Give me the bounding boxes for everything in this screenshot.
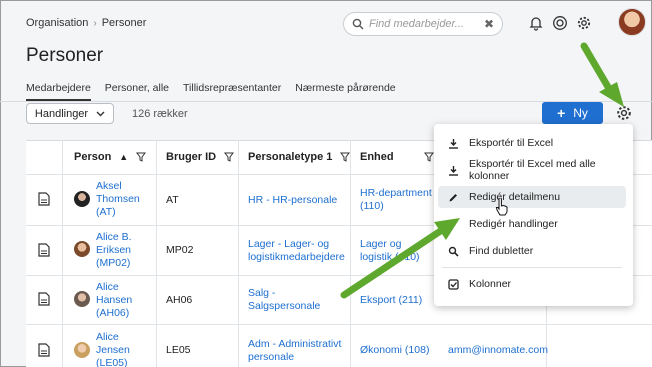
breadcrumb-current: Personer xyxy=(101,17,147,29)
table-settings-gear-icon[interactable] xyxy=(615,104,633,122)
header-user-id-label: Bruger ID xyxy=(166,151,217,163)
menu-item-label: Find dubletter xyxy=(469,245,534,257)
avatar xyxy=(74,241,90,257)
filter-icon[interactable] xyxy=(136,152,147,162)
filter-icon[interactable] xyxy=(340,152,351,162)
persontype-link[interactable]: Salg - Salgspersonale xyxy=(248,287,320,313)
pencil-icon xyxy=(449,220,457,228)
unit-link[interactable]: Økonomi (108) xyxy=(360,344,429,357)
user-avatar[interactable] xyxy=(618,8,646,36)
avatar xyxy=(74,342,90,358)
unit-link[interactable]: Eksport (211) xyxy=(360,294,422,307)
tab-personer-alle[interactable]: Personer, alle xyxy=(105,82,169,101)
unit-link[interactable]: Lager og logistik (410) xyxy=(360,238,420,264)
new-button-label: Ny xyxy=(573,106,588,120)
menu-divider xyxy=(442,267,622,268)
pencil-icon xyxy=(449,193,457,201)
actions-dropdown-button[interactable]: Handlinger xyxy=(26,103,114,124)
filter-icon[interactable] xyxy=(423,152,434,162)
persontype-link[interactable]: Lager - Lager- og logistikmedarbejdere xyxy=(248,238,345,264)
settings-gear-icon[interactable] xyxy=(576,15,592,31)
plus-icon: + xyxy=(557,105,566,121)
sort-ascending-icon[interactable]: ▲ xyxy=(119,152,128,162)
download-icon xyxy=(449,165,458,176)
bell-icon[interactable] xyxy=(528,15,544,31)
row-count: 126 rækker xyxy=(132,108,188,120)
header-user-id[interactable]: Bruger ID xyxy=(166,140,235,174)
actions-label: Handlinger xyxy=(34,107,89,120)
user-id-cell: LE05 xyxy=(166,344,191,356)
person-name-link[interactable]: Aksel Thomsen (AT) xyxy=(96,180,140,219)
menu-item-columns[interactable]: Kolonner xyxy=(438,273,626,295)
document-icon[interactable] xyxy=(38,243,50,257)
chevron-down-icon xyxy=(96,111,105,116)
avatar xyxy=(74,291,90,307)
header-persontype[interactable]: Personaletype 1 xyxy=(248,140,351,174)
checkbox-icon xyxy=(448,278,459,290)
search-icon xyxy=(352,18,364,30)
persontype-link[interactable]: HR - HR-personale xyxy=(248,194,337,207)
help-lifebuoy-icon[interactable] xyxy=(552,15,568,31)
menu-item-label: Redigér detailmenu xyxy=(469,191,561,203)
user-id-cell: MP02 xyxy=(166,244,194,256)
user-id-cell: AT xyxy=(166,194,179,206)
user-id-cell: AH06 xyxy=(166,294,193,306)
download-icon xyxy=(449,138,458,149)
header-unit-label: Enhed xyxy=(360,151,394,163)
header-persontype-label: Personaletype 1 xyxy=(248,151,333,163)
tab-naermeste-paarorende[interactable]: Nærmeste pårørende xyxy=(295,82,395,101)
hand-cursor-icon xyxy=(495,198,508,216)
menu-item-label: Eksportér til Excel xyxy=(469,137,554,149)
menu-item-export-excel[interactable]: Eksportér til Excel xyxy=(438,132,626,154)
breadcrumb: Organisation › Personer xyxy=(26,17,146,29)
document-icon[interactable] xyxy=(38,192,50,206)
header-person-label: Person xyxy=(74,151,112,163)
tab-medarbejdere[interactable]: Medarbejdere xyxy=(26,82,91,101)
clear-icon[interactable]: ✖ xyxy=(484,17,494,31)
tab-bar: Medarbejdere Personer, alle Tillidsrepræ… xyxy=(26,82,396,101)
header-person[interactable]: Person ▲ xyxy=(74,140,147,174)
document-icon[interactable] xyxy=(38,343,50,357)
menu-item-label: Kolonner xyxy=(469,278,512,290)
tab-tillidsrepraesentanter[interactable]: Tillidsrepræsentanter xyxy=(183,82,281,101)
person-name-link[interactable]: Alice Jensen (LE05) xyxy=(96,331,130,367)
menu-item-label: Eksportér til Excel med alle kolonner xyxy=(469,158,596,182)
header-unit[interactable]: Enhed xyxy=(360,140,434,174)
persontype-link[interactable]: Adm - Administrativt personale xyxy=(248,338,341,364)
breadcrumb-root[interactable]: Organisation xyxy=(26,17,88,29)
filter-icon[interactable] xyxy=(224,152,235,162)
row-divider xyxy=(26,324,652,325)
page-title: Personer xyxy=(26,45,104,66)
search-input[interactable]: Find medarbejder... ✖ xyxy=(343,12,503,36)
unit-link[interactable]: HR-department (110) xyxy=(360,187,432,213)
email-link[interactable]: amm@innomate.com xyxy=(448,344,548,357)
search-icon xyxy=(448,246,459,257)
document-icon[interactable] xyxy=(38,292,50,306)
search-placeholder: Find medarbejder... xyxy=(369,18,464,30)
new-button[interactable]: + Ny xyxy=(542,102,603,124)
menu-item-find-duplicates[interactable]: Find dubletter xyxy=(438,240,626,262)
menu-item-edit-detail-menu[interactable]: Redigér detailmenu xyxy=(438,186,626,208)
person-name-link[interactable]: Alice Hansen (AH06) xyxy=(96,281,132,320)
avatar xyxy=(74,191,90,207)
chevron-right-icon: › xyxy=(93,17,97,29)
menu-item-export-excel-all-columns[interactable]: Eksportér til Excel med alle kolonner xyxy=(438,158,626,182)
person-name-link[interactable]: Alice B. Eriksen (MP02) xyxy=(96,231,132,270)
menu-item-edit-actions[interactable]: Redigér handlinger xyxy=(438,213,626,235)
menu-item-label: Redigér handlinger xyxy=(469,218,558,230)
